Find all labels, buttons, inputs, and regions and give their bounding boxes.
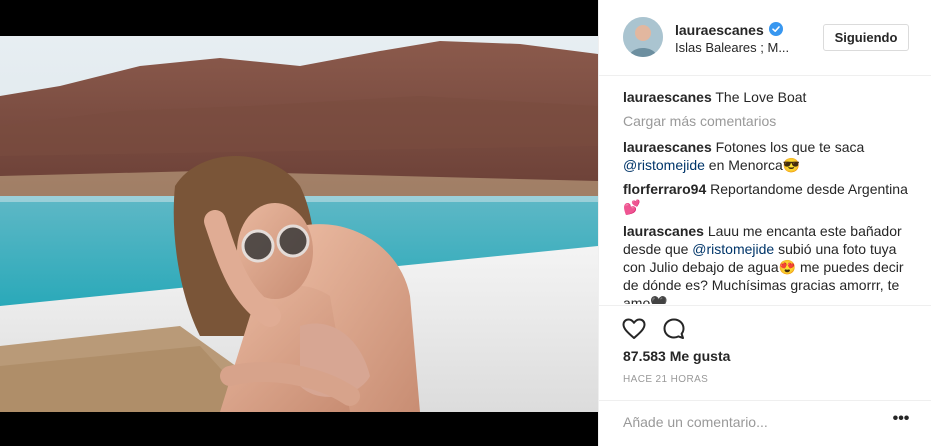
following-button[interactable]: Siguiendo bbox=[823, 24, 909, 51]
verified-badge-icon bbox=[769, 22, 783, 36]
comment-item: laurascanes Lauu me encanta este bañador… bbox=[623, 222, 913, 304]
post-photo[interactable] bbox=[0, 36, 598, 412]
post-header: lauraescanes Islas Baleares ; M... Sigui… bbox=[599, 0, 931, 76]
comment-mention[interactable]: @ristomejide bbox=[623, 157, 705, 173]
comment-user[interactable]: florferraro94 bbox=[623, 181, 706, 197]
photo-illustration bbox=[0, 36, 598, 412]
post-media bbox=[0, 0, 598, 446]
post-timestamp[interactable]: HACE 21 HORAS bbox=[623, 374, 708, 385]
comment-item: lauraescanes Fotones los que te saca @ri… bbox=[623, 138, 913, 174]
caption-text: The Love Boat bbox=[715, 89, 807, 105]
caption-user[interactable]: lauraescanes bbox=[623, 89, 712, 105]
heart-icon[interactable] bbox=[621, 316, 647, 342]
avatar-image bbox=[623, 17, 663, 57]
load-more-comments[interactable]: Cargar más comentarios bbox=[623, 112, 913, 130]
post-panel: lauraescanes Islas Baleares ; M... Sigui… bbox=[598, 0, 931, 446]
like-count[interactable]: 87.583 Me gusta bbox=[623, 348, 730, 364]
comment-input[interactable] bbox=[623, 410, 873, 434]
caption: lauraescanes The Love Boat bbox=[623, 88, 913, 106]
comments-list[interactable]: lauraescanes The Love Boat Cargar más co… bbox=[623, 88, 913, 304]
divider bbox=[599, 400, 931, 401]
comment-user[interactable]: lauraescanes bbox=[623, 139, 712, 155]
post-location[interactable]: Islas Baleares ; M... bbox=[675, 40, 789, 55]
author-username[interactable]: lauraescanes bbox=[675, 22, 764, 38]
comment-mention[interactable]: @ristomejide bbox=[692, 241, 774, 257]
comment-icon[interactable] bbox=[661, 316, 687, 342]
more-options-icon[interactable]: ••• bbox=[891, 411, 911, 430]
comment-text: Fotones los que te saca bbox=[715, 139, 865, 155]
divider bbox=[599, 305, 931, 306]
comment-user[interactable]: laurascanes bbox=[623, 223, 704, 239]
comment-text-end: en Menorca😎 bbox=[704, 157, 801, 173]
avatar[interactable] bbox=[623, 17, 663, 57]
comment-item: florferraro94 Reportandome desde Argenti… bbox=[623, 180, 913, 216]
